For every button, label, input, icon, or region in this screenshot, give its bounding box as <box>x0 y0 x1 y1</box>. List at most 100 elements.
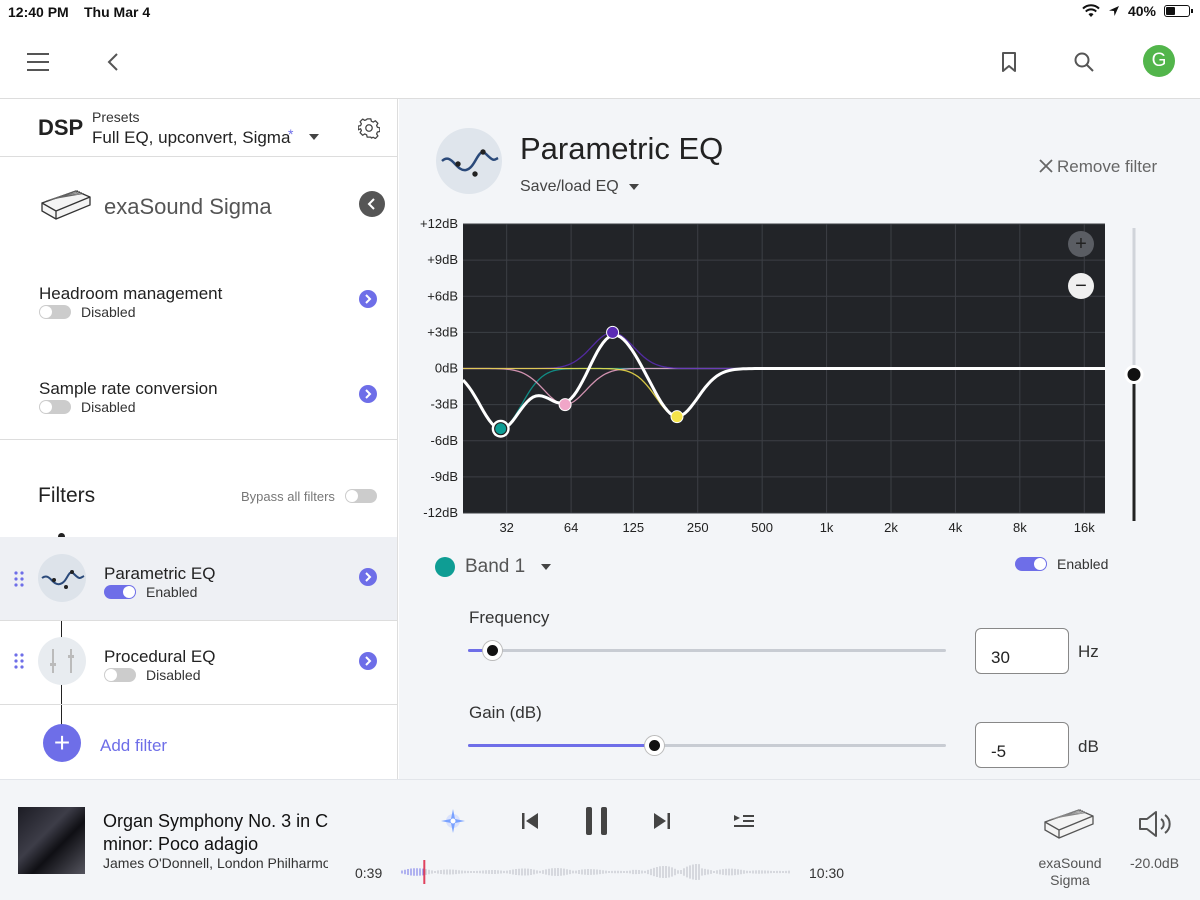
save-load-label: Save/load EQ <box>520 178 619 195</box>
dsp-sparkle-icon[interactable] <box>440 808 466 839</box>
status-date: Thu Mar 4 <box>84 4 151 20</box>
elapsed-time: 0:39 <box>355 865 383 881</box>
remove-filter-label: Remove filter <box>1057 157 1158 176</box>
back-icon[interactable] <box>100 46 126 78</box>
queue-icon[interactable] <box>733 813 755 834</box>
collapse-device-button[interactable] <box>359 191 385 217</box>
divider <box>0 156 397 157</box>
frequency-unit: Hz <box>1078 642 1099 661</box>
gain-label: Gain (dB) <box>469 703 542 722</box>
headroom-open-button[interactable] <box>359 290 377 308</box>
avatar-letter: G <box>1143 45 1175 77</box>
preset-dropdown-icon[interactable] <box>309 134 319 140</box>
eq-chart[interactable]: +12dB +9dB +6dB +3dB 0dB -3dB -6dB -9dB -12dB 32 6… <box>399 214 1200 544</box>
track-title[interactable]: Organ Symphony No. 3 in C minor: Poco ad… <box>103 810 343 856</box>
filter-row-procedural-eq[interactable]: Procedural EQ Disabled <box>0 621 397 704</box>
y-tick-label: -12dB <box>423 505 458 520</box>
volume-icon[interactable] <box>1138 810 1174 843</box>
add-filter-label[interactable]: Add filter <box>100 736 167 756</box>
vertical-slider-thumb <box>1124 365 1144 384</box>
x-tick-label: 250 <box>687 520 709 535</box>
filter-enabled-toggle[interactable] <box>104 668 136 682</box>
avatar[interactable]: G <box>1143 45 1175 77</box>
headroom-toggle[interactable] <box>39 305 71 319</box>
y-tick-label: +12dB <box>420 216 458 231</box>
volume-label: -20.0dB <box>1130 855 1180 871</box>
drag-handle-icon[interactable] <box>14 571 24 587</box>
frequency-label: Frequency <box>469 608 550 627</box>
x-tick-label: 125 <box>622 520 644 535</box>
battery-percent: 40% <box>1127 3 1156 19</box>
dsp-title: DSP <box>38 115 84 140</box>
src-toggle[interactable] <box>39 400 71 414</box>
x-tick-label: 4k <box>949 520 963 535</box>
filter-name: Procedural EQ <box>104 647 216 666</box>
y-tick-label: -9dB <box>431 469 458 484</box>
save-load-caret-icon <box>629 183 640 190</box>
src-title: Sample rate conversion <box>39 379 218 398</box>
preset-modified-mark: * <box>288 126 294 142</box>
gain-slider[interactable] <box>468 736 946 755</box>
status-time: 12:40 PM <box>8 4 69 20</box>
editor-title: Parametric EQ <box>520 131 724 166</box>
y-tick-label: +6dB <box>427 288 458 303</box>
filter-open-button[interactable] <box>359 652 377 670</box>
band-enabled-label: Enabled <box>1057 556 1109 572</box>
gain-slider-thumb[interactable] <box>645 736 665 755</box>
frequency-slider[interactable] <box>468 641 946 660</box>
status-bar: 12:40 PM Thu Mar 4 40% <box>0 0 1200 24</box>
next-track-icon[interactable] <box>652 811 672 836</box>
zoom-in-symbol: + <box>1075 233 1087 255</box>
status-right: 40% <box>1082 3 1193 19</box>
menu-icon[interactable] <box>22 46 54 78</box>
gain-input[interactable] <box>975 722 1069 768</box>
filter-enabled-toggle[interactable] <box>104 585 136 599</box>
filter-name: Parametric EQ <box>104 564 216 583</box>
preset-value: Full EQ, upconvert, Sigma <box>92 128 291 147</box>
search-icon[interactable] <box>1070 46 1098 78</box>
output-device-icon[interactable] <box>1043 808 1095 847</box>
previous-track-icon[interactable] <box>520 811 540 836</box>
device-name: exaSound Sigma <box>104 194 272 219</box>
location-icon <box>1108 6 1119 16</box>
headroom-status: Disabled <box>81 304 136 320</box>
procedural-eq-icon <box>38 637 86 685</box>
add-filter-button[interactable]: + <box>43 724 81 762</box>
x-tick-label: 8k <box>1013 520 1027 535</box>
filter-editor: Parametric EQ Save/load EQ Remove filter… <box>399 99 1200 779</box>
pause-icon[interactable] <box>585 806 609 841</box>
bypass-label: Bypass all filters <box>241 489 335 504</box>
headroom-title: Headroom management <box>39 284 223 303</box>
zoom-out-symbol: − <box>1075 275 1087 297</box>
parametric-eq-icon <box>38 554 86 602</box>
band-enabled-toggle[interactable] <box>1015 557 1047 571</box>
close-icon <box>1039 159 1053 173</box>
album-art[interactable] <box>18 807 85 874</box>
band-label: Band 1 <box>465 556 526 577</box>
frequency-slider-thumb[interactable] <box>482 641 502 660</box>
output-device-label: exaSound Sigma <box>1038 855 1102 888</box>
bypass-toggle[interactable] <box>345 489 377 503</box>
preset-select[interactable]: Full EQ, upconvert, Sigma <box>92 128 297 148</box>
remove-filter-button[interactable]: Remove filter <box>1039 157 1157 177</box>
track-artist[interactable]: James O'Donnell, London Philharmonic Orc… <box>103 855 328 871</box>
band-caret-icon <box>541 564 552 570</box>
presets-label: Presets <box>92 109 140 125</box>
y-tick-label: +3dB <box>427 324 458 339</box>
gear-icon[interactable] <box>356 115 382 141</box>
waveform-progress[interactable] <box>400 860 792 884</box>
src-open-button[interactable] <box>359 385 377 403</box>
y-tick-label: -6dB <box>431 433 458 448</box>
gain-unit: dB <box>1078 737 1099 756</box>
parametric-eq-icon <box>436 128 502 194</box>
save-load-dropdown[interactable]: Save/load EQ <box>520 178 640 196</box>
filter-row-parametric-eq[interactable]: Parametric EQ Enabled <box>0 537 397 620</box>
bookmark-icon[interactable] <box>995 46 1023 78</box>
x-tick-label: 500 <box>751 520 773 535</box>
player-bar: Organ Symphony No. 3 in C minor: Poco ad… <box>0 779 1200 900</box>
frequency-input[interactable] <box>975 628 1069 674</box>
drag-handle-icon[interactable] <box>14 653 24 669</box>
filter-open-button[interactable] <box>359 568 377 586</box>
filter-status: Disabled <box>146 667 201 683</box>
band-selector[interactable]: Band 1 <box>435 556 552 578</box>
